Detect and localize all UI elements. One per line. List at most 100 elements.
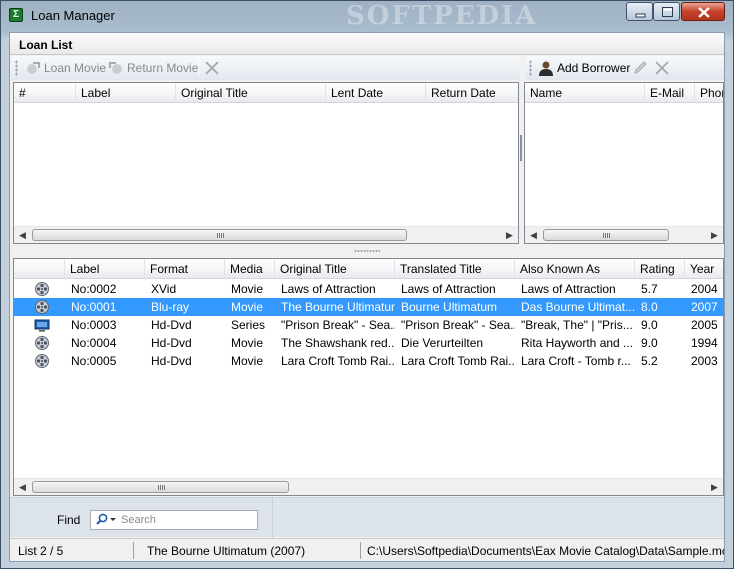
borrowers-hscrollbar[interactable]: ◀ ▶ xyxy=(525,226,723,243)
close-window-button[interactable] xyxy=(681,2,725,21)
cell-label: No:0003 xyxy=(71,318,117,332)
maximize-button[interactable] xyxy=(653,2,680,21)
cell-rating: 5.2 xyxy=(641,354,658,368)
column-header-name[interactable]: Name xyxy=(525,83,645,103)
cell-translated-title: Lara Croft Tomb Rai... xyxy=(401,354,515,368)
cell-translated-title: "Prison Break" - Sea... xyxy=(401,318,515,332)
table-row[interactable]: No:0003 Hd-Dvd Series "Prison Break" - Sea.… xyxy=(14,316,723,334)
column-header-original-title[interactable]: Original Title xyxy=(275,259,395,279)
find-bar: Find xyxy=(10,497,724,538)
delete-borrower-button[interactable] xyxy=(654,59,670,77)
close-icon xyxy=(698,7,710,18)
movies-grid[interactable]: Label Format Media Original Title Transl… xyxy=(13,258,724,496)
column-header-also-known-as[interactable]: Also Known As xyxy=(515,259,635,279)
cell-format: Hd-Dvd xyxy=(151,354,192,368)
maximize-icon xyxy=(662,7,673,17)
person-icon xyxy=(539,61,553,76)
column-header-format[interactable]: Format xyxy=(145,259,225,279)
client-area: Loan List Loan Movie Return Movie Add Bo… xyxy=(9,32,725,562)
loans-grid[interactable]: # Label Original Title Lent Date Return … xyxy=(13,82,519,244)
column-header-year[interactable]: Year xyxy=(685,259,723,279)
find-bar-separator xyxy=(272,498,273,538)
column-header-media[interactable]: Media xyxy=(225,259,275,279)
cell-format: Blu-ray xyxy=(151,300,190,314)
loans-hscrollbar[interactable]: ◀ ▶ xyxy=(14,226,518,243)
table-row[interactable]: No:0001 Blu-ray Movie The Bourne Ultimatum B… xyxy=(14,298,723,316)
minimize-button[interactable] xyxy=(626,2,653,21)
status-separator xyxy=(133,542,134,559)
toolbar-separator xyxy=(198,60,199,76)
column-header-label[interactable]: Label xyxy=(65,259,145,279)
column-header-number[interactable]: # xyxy=(14,83,76,103)
toolbar-grip[interactable] xyxy=(15,60,18,76)
add-borrower-button[interactable]: Add Borrower xyxy=(538,59,630,77)
column-header-original-title[interactable]: Original Title xyxy=(176,83,326,103)
cell-media: Series xyxy=(231,318,266,332)
film-reel-icon xyxy=(34,353,50,369)
movies-hscrollbar[interactable]: ◀ ▶ xyxy=(14,478,723,495)
column-header-rating[interactable]: Rating xyxy=(635,259,685,279)
cell-year: 2005 xyxy=(691,318,718,332)
table-row[interactable]: No:0002 XVid Movie Laws of Attraction Laws o… xyxy=(14,280,723,298)
cell-also-known-as: Rita Hayworth and ... xyxy=(521,336,634,350)
scroll-right-arrow-icon[interactable]: ▶ xyxy=(706,227,723,243)
find-label: Find xyxy=(57,513,81,527)
app-window: Σ Loan Manager SOFTPEDIA Loan List Loan … xyxy=(0,0,734,569)
column-header-icon[interactable] xyxy=(14,259,65,279)
search-icon[interactable] xyxy=(95,513,117,527)
column-header-email[interactable]: E-Mail xyxy=(645,83,695,103)
return-movie-button[interactable]: Return Movie xyxy=(108,59,198,77)
cell-translated-title: Laws of Attraction xyxy=(401,282,496,296)
scroll-left-arrow-icon[interactable]: ◀ xyxy=(14,479,31,495)
borrowers-grid-header: Name E-Mail Phon xyxy=(525,83,723,103)
cell-year: 2003 xyxy=(691,354,718,368)
cell-original-title: "Prison Break" - Sea... xyxy=(281,318,395,332)
table-row[interactable]: No:0005 Hd-Dvd Movie Lara Croft Tomb Rai...… xyxy=(14,352,723,370)
cell-original-title: Laws of Attraction xyxy=(281,282,376,296)
borrowers-grid[interactable]: Name E-Mail Phon ◀ ▶ xyxy=(524,82,724,244)
status-file-path: C:\Users\Softpedia\Documents\Eax Movie C… xyxy=(367,544,724,558)
search-input[interactable] xyxy=(121,513,251,527)
scroll-thumb[interactable] xyxy=(32,229,407,241)
cell-format: Hd-Dvd xyxy=(151,318,192,332)
cell-original-title: The Shawshank red... xyxy=(281,336,395,350)
cell-translated-title: Bourne Ultimatum xyxy=(401,300,498,314)
borrowers-toolbar: Add Borrower xyxy=(526,56,724,80)
cell-media: Movie xyxy=(231,336,264,350)
column-header-phone[interactable]: Phon xyxy=(695,83,723,103)
cell-also-known-as: "Break, The" | "Pris... xyxy=(521,318,633,332)
title-bar[interactable]: Σ Loan Manager SOFTPEDIA xyxy=(1,1,733,31)
column-header-return-date[interactable]: Return Date xyxy=(426,83,518,103)
pencil-icon xyxy=(634,61,647,74)
scroll-left-arrow-icon[interactable]: ◀ xyxy=(14,227,31,243)
toolbar-grip[interactable] xyxy=(529,60,532,76)
window-title: Loan Manager xyxy=(31,8,115,23)
column-header-lent-date[interactable]: Lent Date xyxy=(326,83,426,103)
search-box[interactable] xyxy=(90,510,258,530)
edit-borrower-button[interactable] xyxy=(632,59,648,77)
delete-icon xyxy=(205,61,219,75)
cell-original-title: Lara Croft Tomb Rai... xyxy=(281,354,395,368)
loan-movie-button[interactable]: Loan Movie xyxy=(25,59,106,77)
column-header-label[interactable]: Label xyxy=(76,83,176,103)
scroll-right-arrow-icon[interactable]: ▶ xyxy=(706,479,723,495)
cell-also-known-as: Das Bourne Ultimat... xyxy=(521,300,635,314)
horizontal-splitter[interactable] xyxy=(354,250,380,252)
cell-translated-title: Die Verurteilten xyxy=(401,336,484,350)
scroll-thumb[interactable] xyxy=(543,229,669,241)
column-header-translated-title[interactable]: Translated Title xyxy=(395,259,515,279)
film-reel-icon xyxy=(34,335,50,351)
vertical-splitter[interactable] xyxy=(520,135,522,161)
loan-list-title: Loan List xyxy=(19,38,73,52)
cell-rating: 8.0 xyxy=(641,300,658,314)
table-row[interactable]: No:0004 Hd-Dvd Movie The Shawshank red... Di… xyxy=(14,334,723,352)
cell-media: Movie xyxy=(231,354,264,368)
cell-format: Hd-Dvd xyxy=(151,336,192,350)
cell-also-known-as: Laws of Attraction xyxy=(521,282,616,296)
delete-loan-button[interactable] xyxy=(204,59,220,77)
scroll-thumb[interactable] xyxy=(32,481,289,493)
scroll-left-arrow-icon[interactable]: ◀ xyxy=(525,227,542,243)
cell-label: No:0002 xyxy=(71,282,117,296)
scroll-right-arrow-icon[interactable]: ▶ xyxy=(501,227,518,243)
cell-media: Movie xyxy=(231,300,264,314)
